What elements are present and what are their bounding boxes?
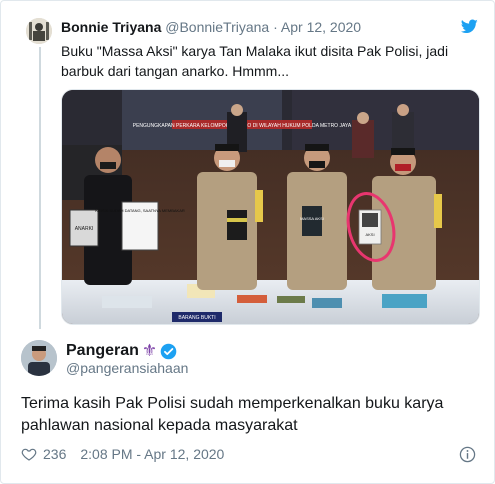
- held-book-massa-aksi-2: [302, 206, 322, 236]
- main-author-name[interactable]: Pangeran: [66, 342, 139, 360]
- twitter-bird-icon[interactable]: [461, 19, 478, 34]
- main-avatar-image: [21, 340, 57, 376]
- tweet-footer: 236 2:08 PM - Apr 12, 2020: [21, 446, 224, 462]
- like-count[interactable]: 236: [43, 446, 66, 462]
- thread-line: [39, 47, 41, 329]
- table-label-text: BARANG BUKTI: [178, 315, 215, 321]
- verified-badge-icon: [160, 343, 177, 359]
- separator-dot: ·: [273, 19, 278, 35]
- held-book-anarki-title: ANARKI: [75, 226, 94, 232]
- main-tweet-text: Terima kasih Pak Polisi sudah memperkena…: [21, 395, 444, 434]
- heart-icon[interactable]: [21, 446, 37, 462]
- main-author-handle[interactable]: @pangeransiahaan: [66, 360, 188, 376]
- held-book-massa-aksi-1: [227, 210, 247, 240]
- held-book-aksi-title: AKSI: [365, 232, 374, 237]
- tweet-photo[interactable]: PENGUNGKAPAN PERKARA KELOMPOK ANARKO DI …: [61, 89, 480, 325]
- parent-avatar[interactable]: [26, 18, 52, 44]
- info-icon[interactable]: [459, 446, 476, 463]
- tweet-card: Bonnie Triyana @BonnieTriyana · Apr 12, …: [0, 0, 495, 484]
- parent-avatar-image: [26, 18, 52, 44]
- fleur-de-lis-icon: ⚜: [141, 341, 158, 360]
- parent-date[interactable]: Apr 12, 2020: [281, 19, 361, 35]
- main-name-row: Pangeran ⚜: [66, 341, 177, 361]
- parent-tweet-text: Buku "Massa Aksi" karya Tan Malaka ikut …: [61, 43, 449, 79]
- tweet-timestamp[interactable]: 2:08 PM - Apr 12, 2020: [80, 446, 224, 462]
- parent-author-name[interactable]: Bonnie Triyana: [61, 19, 161, 35]
- held-book-massa-aksi-2-title: MASSA AKSI: [300, 216, 324, 221]
- parent-author-handle[interactable]: @BonnieTriyana: [165, 19, 269, 35]
- main-avatar[interactable]: [21, 340, 57, 376]
- parent-header: Bonnie Triyana @BonnieTriyana · Apr 12, …: [61, 19, 361, 35]
- press-conference-photo: PENGUNGKAPAN PERKARA KELOMPOK ANARKO DI …: [62, 90, 479, 324]
- held-sign-text: KRISIS SUDAH DATANG, SAATNYA MEMBAKAR: [95, 208, 185, 213]
